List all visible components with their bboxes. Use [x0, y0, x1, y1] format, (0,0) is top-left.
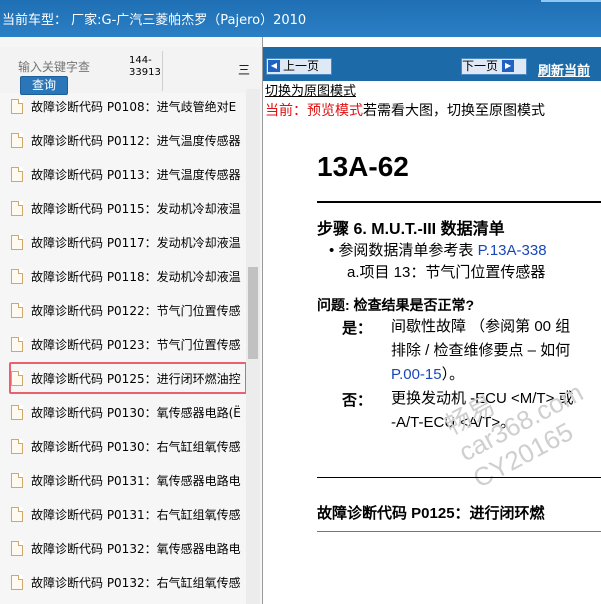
scrollbar-thumb[interactable] [248, 267, 258, 359]
yes-reference-link: P.00-15 [391, 366, 442, 383]
list-item-label: 故障诊断代码 P0108：进气歧管绝对E [31, 100, 237, 114]
list-item[interactable]: 故障诊断代码 P0112：进气温度传感器 [0, 123, 246, 157]
document-icon [11, 269, 23, 284]
current-vehicle-title: 当前车型： 厂家:G-广汽三菱帕杰罗（Pajero）2010 [2, 13, 307, 28]
bullet-text: • 参阅数据清单参考表 [329, 242, 478, 259]
list-item-label: 故障诊断代码 P0115：发动机冷却液温 [31, 202, 241, 216]
list-item-label: 故障诊断代码 P0125：进行闭环燃油控 [31, 372, 241, 386]
list-item[interactable]: 故障诊断代码 P0122：节气门位置传感 [0, 293, 246, 327]
list-item-label: 故障诊断代码 P0123：节气门位置传感 [31, 338, 241, 352]
fault-code-list: 故障诊断代码 P0108：进气歧管绝对E 故障诊断代码 P0112：进气温度传感… [0, 89, 246, 604]
document-icon [11, 473, 23, 488]
list-item[interactable]: 故障诊断代码 P0131：氧传感器电路电 [0, 463, 246, 497]
right-panel: ◀ 上一页 下一页 ▶ 刷新当前 切换为原图模式 当前：预览模式若需看大图，切换至原… [263, 37, 601, 604]
list-item[interactable]: 故障诊断代码 P0130：右气缸组氧传感 [0, 429, 246, 463]
no-label: 否： [342, 392, 373, 409]
mode-status-prefix: 当前： [265, 103, 307, 119]
list-item[interactable]: 故障诊断代码 P0130：氧传感器电路(Ё [0, 395, 246, 429]
list-item[interactable]: 故障诊断代码 P0131：右气缸组氧传感 [0, 497, 246, 531]
list-item-label: 故障诊断代码 P0122：节气门位置传感 [31, 304, 241, 318]
list-item-label: 故障诊断代码 P0130：右气缸组氧传感 [31, 440, 241, 454]
list-item-label: 故障诊断代码 P0113：进气温度传感器 [31, 168, 241, 182]
document-icon [11, 439, 23, 454]
list-item[interactable]: 故障诊断代码 P0118：发动机冷却液温 [0, 259, 246, 293]
prev-page-button[interactable]: ◀ 上一页 [266, 58, 332, 75]
list-item-label: 故障诊断代码 P0131：右气缸组氧传感 [31, 508, 241, 522]
item-line: a.项目 13：节气门位置传感器 [347, 264, 546, 281]
document-icon [11, 235, 23, 250]
document-icon [11, 99, 23, 114]
document-icon [11, 303, 23, 318]
list-item-label: 故障诊断代码 P0132：氧传感器电路电 [31, 542, 241, 556]
mode-status: 当前：预览模式若需看大图，切换至原图模式 [265, 100, 545, 120]
next-page-button[interactable]: 下一页 ▶ [461, 58, 527, 75]
yes-line: 间歇性故障 （参阅第 00 组 [391, 318, 571, 335]
mode-status-hint: 若需看大图，切换至原图模式 [363, 103, 545, 119]
document-icon [11, 337, 23, 352]
search-bar: 查询 144-33913 三 [0, 47, 262, 95]
left-panel: 查询 144-33913 三 故障诊断代码 P0108：进气歧管绝对E 故障诊断… [0, 37, 263, 604]
document-icon [11, 405, 23, 420]
bullet-reference-link: P.13A-338 [477, 242, 547, 259]
list-item[interactable]: 故障诊断代码 P0108：进气歧管绝对E [0, 89, 246, 123]
document-icon [11, 133, 23, 148]
document-icon [11, 507, 23, 522]
arrow-right-icon: ▶ [502, 60, 515, 72]
switch-original-mode-link[interactable]: 切换为原图模式 [265, 80, 356, 99]
mode-status-value: 预览模式 [307, 103, 363, 119]
title-bar: 当前车型： 厂家:G-广汽三菱帕杰罗（Pajero）2010 [0, 0, 601, 37]
search-input[interactable] [2, 59, 136, 75]
column-separator [162, 51, 163, 91]
header-rule [317, 201, 601, 203]
arrow-left-icon: ◀ [268, 60, 280, 72]
next-section-title: 故障诊断代码 P0125：进行闭环燃 [317, 505, 545, 522]
list-item[interactable]: 故障诊断代码 P0113：进气温度传感器 [0, 157, 246, 191]
list-item-label: 故障诊断代码 P0112：进气温度传感器 [31, 134, 241, 148]
list-item-label: 故障诊断代码 P0118：发动机冷却液温 [31, 270, 241, 284]
reference-bullet: • 参阅数据清单参考表 P.13A-338 [329, 239, 547, 260]
list-item[interactable]: 故障诊断代码 P0132：氧传感器电路电 [0, 531, 246, 565]
yes-line-tail: ）。 [441, 366, 465, 383]
list-item-selected[interactable]: 故障诊断代码 P0125：进行闭环燃油控 [8, 361, 246, 395]
title-accent-line [541, 0, 601, 2]
list-item[interactable]: 故障诊断代码 P0123：节气门位置传感 [0, 327, 246, 361]
list-item-label: 故障诊断代码 P0117：发动机冷却液温 [31, 236, 241, 250]
list-item-label: 故障诊断代码 P0131：氧传感器电路电 [31, 474, 241, 488]
document-icon [11, 541, 23, 556]
list-item-label: 故障诊断代码 P0132：右气缸组氧传感 [31, 576, 241, 590]
next-page-label: 下一页 [462, 59, 499, 73]
section-rule [317, 477, 601, 478]
list-item-label: 故障诊断代码 P0130：氧传感器电路(Ё [31, 406, 241, 420]
document-icon [11, 371, 23, 386]
list-scrollbar[interactable] [246, 89, 260, 604]
document-icon [11, 575, 23, 590]
prev-page-label: 上一页 [283, 59, 320, 73]
page-number: 13A-62 [317, 151, 409, 182]
list-item[interactable]: 故障诊断代码 P0132：右气缸组氧传感 [0, 565, 246, 599]
list-item[interactable]: 故障诊断代码 P0117：发动机冷却液温 [0, 225, 246, 259]
column-marker: 三 [238, 63, 251, 77]
manual-page: 13A-62 步骤 6. M.U.T.-III 数据清单 • 参阅数据清单参考表… [263, 127, 601, 604]
question-text: 问题: 检查结果是否正常? [317, 297, 475, 313]
step-title: 步骤 6. M.U.T.-III 数据清单 [317, 221, 505, 238]
section-rule [317, 531, 601, 532]
page-nav-bar: ◀ 上一页 下一页 ▶ 刷新当前 [263, 47, 601, 81]
refresh-link[interactable]: 刷新当前 [538, 60, 590, 79]
document-icon [11, 201, 23, 216]
result-count: 144-33913 [129, 55, 161, 78]
document-icon [11, 167, 23, 182]
list-item[interactable]: 故障诊断代码 P0115：发动机冷却液温 [0, 191, 246, 225]
yes-label: 是： [342, 320, 373, 337]
